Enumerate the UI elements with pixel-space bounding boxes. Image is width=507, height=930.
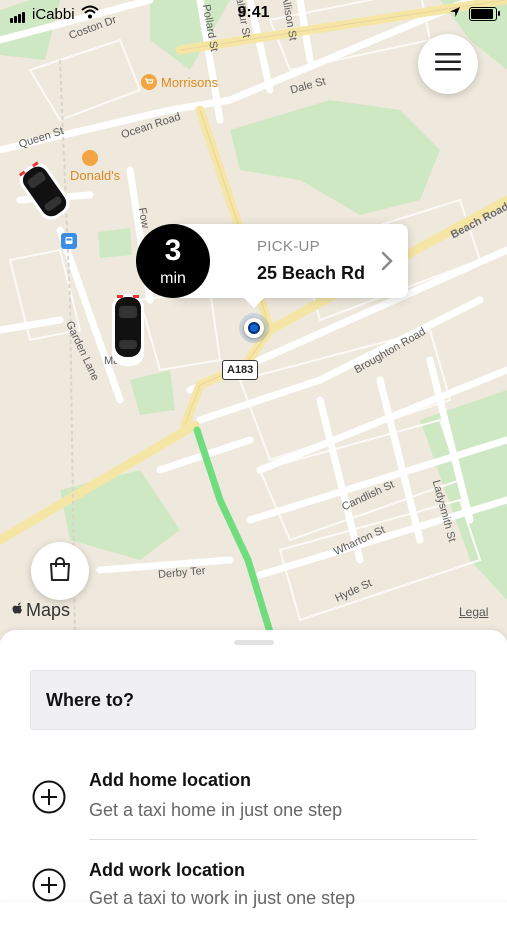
legal-link[interactable]: Legal [459,605,488,619]
location-dot-icon [239,313,269,343]
clock: 9:41 [237,4,270,21]
shop-button[interactable] [31,542,89,600]
map-view[interactable]: Coston Dr Pollard St Balfour St Allison … [0,0,507,640]
maps-label: Maps [26,600,71,620]
search-placeholder: Where to? [46,690,134,710]
battery-icon [469,6,500,21]
status-bar: iCabbi 9:41 [0,0,507,28]
destination-search-field[interactable]: Where to? [30,670,476,730]
add-home-location[interactable]: Add home location Get a taxi home in jus… [0,750,507,840]
home-title: Add home location [89,770,251,790]
cart-icon [141,74,157,90]
maps-attribution: Maps [12,600,70,621]
pickup-label: PICK-UP [257,238,320,255]
bus-stop-icon [61,233,77,249]
road-badge: A183 [222,360,259,380]
poi-label: Morrisons [161,74,219,90]
plus-circle-icon [32,868,66,902]
eta-unit: min [160,270,186,287]
work-subtitle: Get a taxi to work in just one step [89,888,356,908]
bottom-sheet[interactable]: Where to? Add home location Get a taxi h… [0,630,507,908]
plus-circle-icon [32,780,66,814]
location-arrow-icon [449,5,461,22]
add-work-location[interactable]: Add work location Get a taxi to work in … [0,840,507,930]
restaurant-icon [82,150,98,166]
chevron-right-icon [380,250,394,277]
poi-morrisons[interactable]: Morrisons [141,74,218,90]
eta-badge: 3 min [136,224,210,298]
work-title: Add work location [89,860,246,880]
car-icon [110,292,146,373]
poi-label: Donald's [70,168,121,183]
sheet-grabber[interactable] [234,640,274,645]
menu-icon [435,52,461,76]
pickup-address: 25 Beach Rd [257,263,366,283]
poi-donalds[interactable]: Donald's [70,150,120,183]
apple-icon [12,600,24,621]
menu-button[interactable] [418,34,478,94]
home-subtitle: Get a taxi home in just one step [89,800,343,820]
shopping-bag-icon [48,556,72,587]
eta-value: 3 [164,234,182,267]
